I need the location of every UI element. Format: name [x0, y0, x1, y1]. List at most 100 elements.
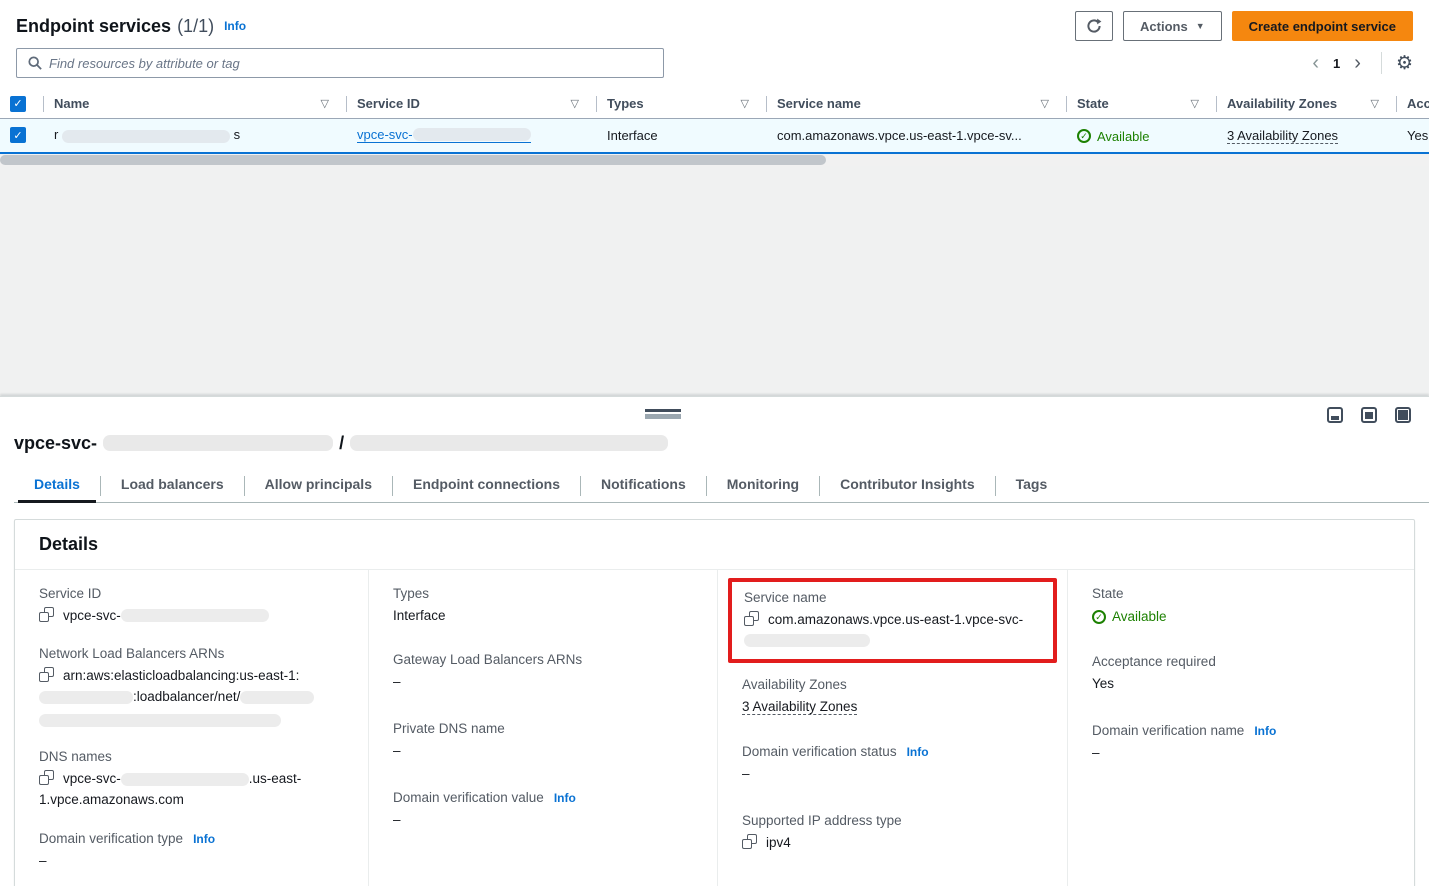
filter-icon[interactable]: ▽ — [1371, 97, 1387, 110]
refresh-button[interactable] — [1075, 11, 1113, 41]
tab-endpoint-connections[interactable]: Endpoint connections — [393, 470, 580, 502]
check-icon: ✓ — [13, 129, 22, 142]
available-check-icon: ✓ — [1077, 129, 1091, 143]
filter-icon[interactable]: ▽ — [741, 97, 757, 110]
info-link[interactable]: Info — [1254, 724, 1276, 738]
column-header-availability-zones[interactable]: Availability Zones▽ — [1217, 90, 1397, 118]
field-domain-verification-type: Domain verification typeInfo – — [39, 831, 344, 872]
current-page-number[interactable]: 1 — [1329, 56, 1344, 71]
copy-icon[interactable] — [39, 667, 54, 682]
filter-icon[interactable]: ▽ — [571, 97, 587, 110]
pane-size-medium-icon[interactable] — [1361, 407, 1377, 423]
field-service-id: Service ID vpce-svc- — [39, 586, 344, 627]
detail-split-pane: vpce-svc- / Details Load balancers Allow… — [0, 396, 1429, 886]
divider — [1381, 52, 1382, 74]
horizontal-scrollbar-thumb[interactable] — [0, 155, 826, 165]
tab-monitoring[interactable]: Monitoring — [707, 470, 819, 502]
copy-icon[interactable] — [39, 607, 54, 622]
detail-pane-title: vpce-svc- / — [14, 433, 1415, 454]
field-domain-verification-value: Domain verification valueInfo – — [393, 790, 693, 831]
title-info-link[interactable]: Info — [224, 19, 246, 33]
column-header-name[interactable]: Name▽ — [44, 90, 347, 118]
redacted-text — [39, 714, 281, 727]
caret-down-icon: ▼ — [1196, 21, 1205, 31]
endpoint-services-pane: Endpoint services (1/1) Info Actions ▼ C… — [0, 0, 1429, 396]
filter-icon[interactable]: ▽ — [321, 97, 337, 110]
column-header-state[interactable]: State▽ — [1067, 90, 1217, 118]
redacted-text — [240, 691, 314, 704]
filter-icon[interactable]: ▽ — [1191, 97, 1207, 110]
copy-icon[interactable] — [742, 834, 757, 849]
cell-types: Interface — [597, 118, 767, 153]
select-all-checkbox[interactable]: ✓ — [10, 96, 26, 112]
info-link[interactable]: Info — [554, 791, 576, 805]
field-glb-arns: Gateway Load Balancers ARNs – — [393, 652, 693, 693]
horizontal-scrollbar[interactable] — [0, 154, 1429, 166]
previous-page-chevron-icon[interactable]: ‹ — [1306, 53, 1325, 73]
details-column-2: Types Interface Gateway Load Balancers A… — [368, 570, 717, 886]
search-icon — [28, 56, 42, 70]
cell-acceptance: Yes — [1397, 118, 1429, 153]
redacted-text — [62, 130, 230, 143]
cell-availability-zones: 3 Availability Zones — [1217, 118, 1397, 153]
preferences-gear-icon[interactable]: ⚙ — [1396, 54, 1413, 73]
pane-size-small-icon[interactable] — [1327, 407, 1343, 423]
cell-service-name: com.amazonaws.vpce.us-east-1.vpce-sv... — [767, 118, 1067, 153]
create-endpoint-service-button[interactable]: Create endpoint service — [1232, 11, 1413, 41]
content-background — [0, 166, 1429, 396]
actions-button[interactable]: Actions ▼ — [1123, 11, 1222, 41]
field-state: State ✓Available — [1092, 586, 1390, 628]
detail-tabs: Details Load balancers Allow principals … — [14, 470, 1429, 503]
redacted-text — [103, 435, 333, 451]
field-types: Types Interface — [393, 586, 693, 627]
redacted-text — [39, 691, 133, 704]
refresh-icon — [1086, 18, 1102, 34]
field-acceptance-required: Acceptance required Yes — [1092, 654, 1390, 695]
tab-tags[interactable]: Tags — [996, 470, 1068, 502]
column-header-service-id[interactable]: Service ID▽ — [347, 90, 597, 118]
filter-search-box[interactable] — [16, 48, 664, 78]
check-icon: ✓ — [13, 97, 22, 110]
field-supported-ip-type: Supported IP address type ipv4 — [742, 813, 1043, 854]
next-page-chevron-icon[interactable]: › — [1348, 53, 1367, 73]
tab-details[interactable]: Details — [14, 470, 100, 502]
details-card-title: Details — [39, 534, 1390, 555]
field-dns-names: DNS names vpce-svc-.us-east- 1.vpce.amaz… — [39, 749, 344, 811]
tab-load-balancers[interactable]: Load balancers — [101, 470, 244, 502]
column-header-types[interactable]: Types▽ — [597, 90, 767, 118]
tab-notifications[interactable]: Notifications — [581, 470, 706, 502]
page-title: Endpoint services — [16, 16, 171, 37]
cell-name: r s — [44, 118, 347, 153]
field-private-dns-name: Private DNS name – — [393, 721, 693, 762]
split-pane-drag-handle[interactable] — [645, 409, 681, 419]
select-all-header[interactable]: ✓ — [0, 90, 44, 118]
redacted-text — [413, 128, 531, 141]
tab-contributor-insights[interactable]: Contributor Insights — [820, 470, 995, 502]
column-header-service-name[interactable]: Service name▽ — [767, 90, 1067, 118]
details-column-4: State ✓Available Acceptance required Yes… — [1067, 570, 1414, 886]
field-domain-verification-status: Domain verification statusInfo – — [742, 744, 1043, 785]
resource-count: (1/1) — [177, 16, 214, 37]
details-column-3: Service name com.amazonaws.vpce.us-east-… — [717, 570, 1067, 886]
redacted-text — [121, 609, 269, 622]
column-header-acceptance[interactable]: Acceptance required — [1397, 90, 1429, 118]
availability-zones-link[interactable]: 3 Availability Zones — [742, 699, 857, 715]
pane-size-full-icon[interactable] — [1395, 407, 1411, 423]
copy-icon[interactable] — [39, 770, 54, 785]
redacted-text — [744, 634, 870, 647]
copy-icon[interactable] — [744, 611, 759, 626]
search-input[interactable] — [49, 56, 659, 71]
info-link[interactable]: Info — [193, 832, 215, 846]
cell-service-id: vpce-svc- — [347, 118, 597, 153]
available-check-icon: ✓ — [1092, 610, 1106, 624]
details-column-1: Service ID vpce-svc- Network Load Balanc… — [15, 570, 368, 886]
details-card: Details Service ID vpce-svc- Network Loa… — [14, 519, 1415, 886]
redacted-text — [121, 773, 249, 786]
filter-icon[interactable]: ▽ — [1041, 97, 1057, 110]
row-checkbox[interactable]: ✓ — [10, 127, 26, 143]
table-row[interactable]: ✓ r s vpce-svc- Interface com.amazonaws.… — [0, 118, 1429, 153]
info-link[interactable]: Info — [907, 745, 929, 759]
tab-allow-principals[interactable]: Allow principals — [245, 470, 392, 502]
service-id-link[interactable]: vpce-svc- — [357, 127, 531, 143]
availability-zones-link[interactable]: 3 Availability Zones — [1227, 128, 1338, 144]
